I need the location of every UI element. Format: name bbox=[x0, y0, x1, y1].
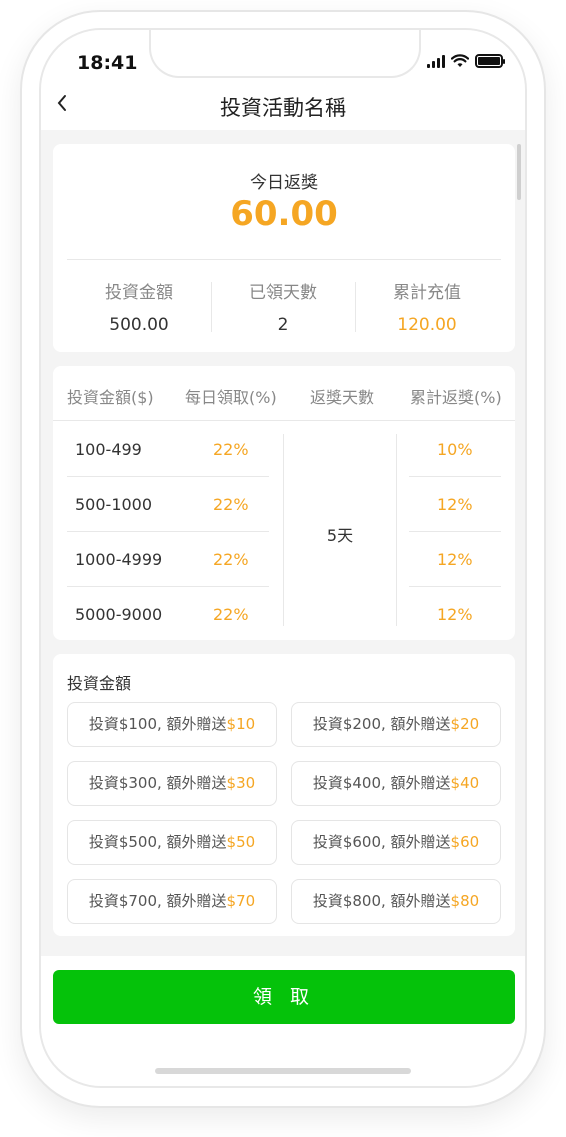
option-text: 投資$500, 額外贈送 bbox=[88, 833, 227, 851]
invest-option-300[interactable]: 投資$300, 額外贈送$30 bbox=[67, 761, 277, 806]
option-bonus: $20 bbox=[450, 715, 480, 733]
notch bbox=[149, 30, 421, 78]
option-text: 投資$100, 額外贈送 bbox=[88, 715, 227, 733]
stat-invest-amount: 投資金額 500.00 bbox=[67, 278, 211, 335]
stat-label: 已領天數 bbox=[249, 283, 317, 303]
divider bbox=[409, 586, 501, 587]
home-indicator[interactable] bbox=[155, 1068, 411, 1074]
stat-label: 累計充值 bbox=[393, 283, 461, 303]
option-bonus: $10 bbox=[226, 715, 256, 733]
divider bbox=[67, 476, 269, 477]
summary-card: 今日返獎 60.00 投資金額 500.00 已領天數 2 累計充值 120.0… bbox=[53, 144, 515, 352]
divider bbox=[409, 531, 501, 532]
phone-screen: 18:41 投資活動名稱 今日返獎 60.00 投資金額 500.00 已領天數… bbox=[39, 28, 527, 1088]
reward-table: 投資金額($) 每日領取(%) 返獎天數 累計返獎(%) 100-499 22%… bbox=[53, 366, 515, 640]
claim-button[interactable]: 領 取 bbox=[53, 970, 515, 1024]
table-header: 返獎天數 bbox=[310, 388, 375, 407]
divider bbox=[409, 476, 501, 477]
status-icons bbox=[427, 54, 505, 68]
invest-option-100[interactable]: 投資$100, 額外贈送$10 bbox=[67, 702, 277, 747]
table-cell-accum: 12% bbox=[437, 605, 473, 624]
option-text: 投資$400, 額外贈送 bbox=[312, 774, 451, 792]
invest-options: 投資金額 投資$100, 額外贈送$10 投資$200, 額外贈送$20 投資$… bbox=[53, 654, 515, 936]
invest-option-700[interactable]: 投資$700, 額外贈送$70 bbox=[67, 879, 277, 924]
option-bonus: $80 bbox=[450, 892, 480, 910]
option-bonus: $60 bbox=[450, 833, 480, 851]
stat-value: 120.00 bbox=[397, 315, 457, 335]
divider bbox=[67, 586, 269, 587]
table-cell-accum: 12% bbox=[437, 495, 473, 514]
divider bbox=[67, 259, 501, 260]
table-cell-daily: 22% bbox=[213, 550, 249, 569]
table-cell-range: 5000-9000 bbox=[75, 605, 163, 624]
scrollbar[interactable] bbox=[517, 144, 521, 200]
divider bbox=[53, 420, 515, 421]
invest-option-200[interactable]: 投資$200, 額外贈送$20 bbox=[291, 702, 501, 747]
option-bonus: $50 bbox=[226, 833, 256, 851]
table-cell-daily: 22% bbox=[213, 605, 249, 624]
table-header: 累計返獎(%) bbox=[410, 388, 502, 407]
stat-value: 500.00 bbox=[109, 315, 169, 335]
table-cell-daily: 22% bbox=[213, 440, 249, 459]
table-cell-accum: 10% bbox=[437, 440, 473, 459]
invest-option-800[interactable]: 投資$800, 額外贈送$80 bbox=[291, 879, 501, 924]
invest-option-400[interactable]: 投資$400, 額外贈送$40 bbox=[291, 761, 501, 806]
table-cell-range: 500-1000 bbox=[75, 495, 153, 514]
stat-label: 投資金額 bbox=[105, 283, 173, 303]
table-cell-range: 100-499 bbox=[75, 440, 142, 459]
page-title: 投資活動名稱 bbox=[220, 96, 346, 120]
option-text: 投資$300, 額外贈送 bbox=[88, 774, 227, 792]
option-bonus: $30 bbox=[226, 774, 256, 792]
table-header: 投資金額($) bbox=[67, 388, 154, 407]
status-time: 18:41 bbox=[77, 52, 138, 74]
section-title: 投資金額 bbox=[67, 674, 132, 693]
table-cell-days: 5天 bbox=[326, 526, 354, 545]
option-text: 投資$200, 額外贈送 bbox=[312, 715, 451, 733]
signal-icon bbox=[427, 54, 445, 68]
nav-bar: 投資活動名稱 bbox=[41, 82, 525, 130]
table-cell-accum: 12% bbox=[437, 550, 473, 569]
stat-value: 2 bbox=[277, 315, 289, 335]
option-bonus: $40 bbox=[450, 774, 480, 792]
table-cell-daily: 22% bbox=[213, 495, 249, 514]
bottom-bar: 領 取 bbox=[41, 956, 525, 1086]
wifi-icon bbox=[451, 54, 469, 67]
battery-icon bbox=[475, 54, 505, 68]
table-header: 每日領取(%) bbox=[185, 388, 277, 407]
invest-option-500[interactable]: 投資$500, 額外贈送$50 bbox=[67, 820, 277, 865]
option-bonus: $70 bbox=[226, 892, 256, 910]
divider bbox=[67, 531, 269, 532]
option-text: 投資$800, 額外贈送 bbox=[312, 892, 451, 910]
today-reward-label: 今日返獎 bbox=[250, 173, 318, 193]
option-text: 投資$600, 額外贈送 bbox=[312, 833, 451, 851]
stat-total-recharge: 累計充值 120.00 bbox=[355, 278, 499, 335]
today-reward-amount: 60.00 bbox=[230, 194, 338, 234]
option-text: 投資$700, 額外贈送 bbox=[88, 892, 227, 910]
invest-option-600[interactable]: 投資$600, 額外贈送$60 bbox=[291, 820, 501, 865]
stat-days-claimed: 已領天數 2 bbox=[211, 278, 355, 335]
table-cell-range: 1000-4999 bbox=[75, 550, 163, 569]
